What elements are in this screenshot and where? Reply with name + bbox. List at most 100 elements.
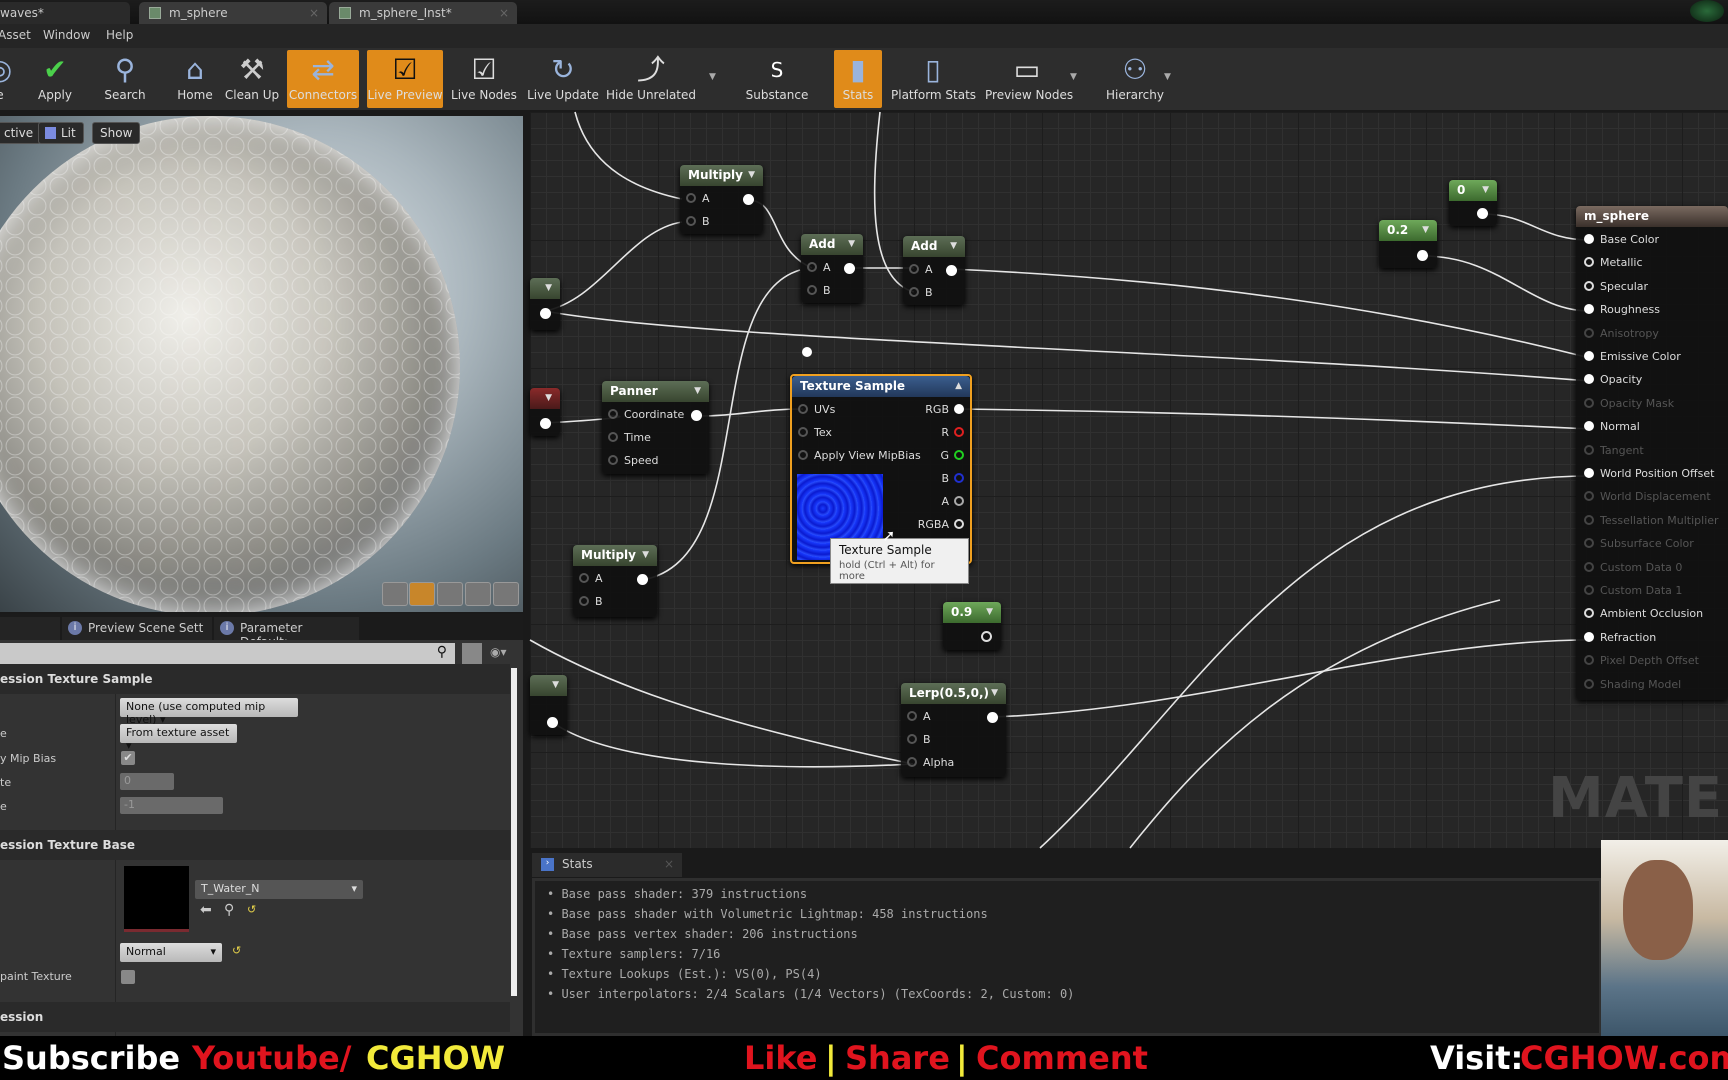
- paint-texture-checkbox[interactable]: [121, 970, 135, 984]
- output-pin[interactable]: [1417, 250, 1428, 261]
- input-pin-shading-model[interactable]: Shading Model: [1584, 678, 1681, 691]
- constant-node[interactable]: 0.9 ▼: [943, 602, 1001, 650]
- details-scrollbar[interactable]: [511, 668, 517, 996]
- input-pin-tex[interactable]: Tex: [798, 426, 832, 439]
- input-pin-tangent[interactable]: Tangent: [1584, 444, 1644, 457]
- input-pin-anisotropy[interactable]: Anisotropy: [1584, 327, 1659, 340]
- add-node[interactable]: Add ▼ A B: [903, 236, 965, 305]
- platform-stats-button[interactable]: ▯ Platform Stats: [891, 50, 976, 108]
- close-icon[interactable]: ×: [664, 857, 674, 871]
- output-pin[interactable]: [540, 418, 551, 429]
- partial-node[interactable]: ▼: [530, 278, 560, 330]
- mip-bias-checkbox[interactable]: ✔: [121, 751, 135, 765]
- input-pin-normal[interactable]: Normal: [1584, 420, 1640, 433]
- sampler-type-dropdown[interactable]: Normal ▾: [120, 943, 222, 962]
- section-header[interactable]: ession Texture Sample: [0, 664, 510, 694]
- live-nodes-button[interactable]: ☑ Live Nodes: [448, 50, 520, 108]
- section-header[interactable]: ession: [0, 1002, 510, 1032]
- const-coordinate-field[interactable]: 0: [120, 773, 174, 790]
- input-pin-b[interactable]: B: [686, 215, 710, 228]
- input-pin-custom-data-0[interactable]: Custom Data 0: [1584, 561, 1682, 574]
- input-pin-time[interactable]: Time: [608, 431, 651, 444]
- const-mip-value-field[interactable]: -1: [120, 797, 223, 814]
- input-pin-alpha[interactable]: Alpha: [907, 756, 954, 769]
- output-pin[interactable]: [540, 308, 551, 319]
- sphere-icon[interactable]: [409, 582, 435, 606]
- tab-m-sphere-inst[interactable]: m_sphere_Inst* ×: [329, 2, 517, 24]
- partial-node[interactable]: ▼: [530, 388, 560, 436]
- input-pin-pixel-depth-offset[interactable]: Pixel Depth Offset: [1584, 654, 1699, 667]
- panner-node[interactable]: Panner ▼ Coordinate Time Speed: [602, 381, 709, 474]
- partial-node[interactable]: ▼: [530, 675, 567, 735]
- input-pin-a[interactable]: A: [686, 192, 710, 205]
- constant-node[interactable]: 0.2 ▼: [1379, 220, 1437, 268]
- preview-nodes-button[interactable]: ▭ Preview Nodes: [985, 50, 1073, 108]
- view-options-icon[interactable]: [462, 643, 482, 664]
- preview-viewport[interactable]: ctive Lit Show: [0, 116, 523, 612]
- output-pin[interactable]: [547, 717, 558, 728]
- texture-thumbnail[interactable]: [124, 866, 189, 932]
- input-pin-base-color[interactable]: Base Color: [1584, 233, 1659, 246]
- clean-up-button[interactable]: ⚒ Clean Up: [216, 50, 288, 108]
- menu-help[interactable]: Help: [106, 28, 133, 42]
- output-pin[interactable]: [743, 194, 754, 205]
- input-pin-roughness[interactable]: Roughness: [1584, 303, 1660, 316]
- input-pin-a[interactable]: A: [909, 263, 933, 276]
- input-pin-metallic[interactable]: Metallic: [1584, 256, 1643, 269]
- input-pin-tessellation-multiplier[interactable]: Tessellation Multiplier: [1584, 514, 1719, 527]
- reset-icon[interactable]: ↺: [232, 944, 241, 957]
- output-pin-b[interactable]: B: [941, 472, 964, 485]
- input-pin-subsurface-color[interactable]: Subsurface Color: [1584, 537, 1694, 550]
- input-pin-opacity[interactable]: Opacity: [1584, 373, 1642, 386]
- output-pin[interactable]: [844, 263, 855, 274]
- show-button[interactable]: Show: [92, 122, 141, 144]
- teapot-icon[interactable]: [493, 582, 519, 606]
- output-pin-g[interactable]: G: [940, 449, 964, 462]
- output-pin-rgb[interactable]: RGB: [925, 403, 964, 416]
- output-pin[interactable]: [637, 574, 648, 585]
- lit-button[interactable]: Lit: [38, 122, 84, 144]
- output-pin[interactable]: [1477, 208, 1488, 219]
- add-node[interactable]: Add ▼ A B: [801, 234, 863, 303]
- input-pin-b[interactable]: B: [807, 284, 831, 297]
- hide-unrelated-button[interactable]: ⤴ Hide Unrelated: [606, 50, 696, 108]
- input-pin-coordinate[interactable]: Coordinate: [608, 408, 684, 421]
- output-pin-r[interactable]: R: [941, 426, 964, 439]
- input-pin-uvs[interactable]: UVs: [798, 403, 835, 416]
- output-pin[interactable]: [987, 712, 998, 723]
- multiply-node[interactable]: Multiply ▼ A B: [573, 545, 657, 617]
- multiply-node[interactable]: Multiply ▼ A B: [680, 165, 763, 234]
- chevron-down-icon[interactable]: ▼: [1070, 72, 1077, 82]
- input-pin-world-position-offset[interactable]: World Position Offset: [1584, 467, 1714, 480]
- close-icon[interactable]: ×: [499, 6, 509, 20]
- hierarchy-button[interactable]: ⚇ Hierarchy: [1099, 50, 1171, 108]
- input-pin-b[interactable]: B: [907, 733, 931, 746]
- output-pin-a[interactable]: A: [941, 495, 964, 508]
- browse-icon[interactable]: ⚲: [224, 902, 234, 918]
- cylinder-icon[interactable]: [382, 582, 408, 606]
- input-pin-emissive-color[interactable]: Emissive Color: [1584, 350, 1681, 363]
- chevron-down-icon[interactable]: ▼: [709, 72, 716, 82]
- output-pin[interactable]: [981, 631, 992, 642]
- eye-icon[interactable]: ◉▾: [490, 645, 507, 659]
- output-pin-rgba[interactable]: RGBA: [918, 518, 964, 531]
- view-mode-button[interactable]: ctive: [0, 122, 42, 144]
- reset-icon[interactable]: ↺: [247, 903, 256, 916]
- chevron-down-icon[interactable]: ▼: [1164, 72, 1171, 82]
- plane-icon[interactable]: [437, 582, 463, 606]
- search-button[interactable]: ⚲ Search: [89, 50, 161, 108]
- tab-stats[interactable]: › Stats ×: [532, 853, 682, 877]
- input-pin-specular[interactable]: Specular: [1584, 280, 1648, 293]
- tab-waves[interactable]: waves*: [0, 2, 130, 24]
- tab-m-sphere[interactable]: m_sphere ×: [139, 2, 327, 24]
- input-pin-world-displacement[interactable]: World Displacement: [1584, 490, 1711, 503]
- input-pin-ambient-occlusion[interactable]: Ambient Occlusion: [1584, 607, 1703, 620]
- input-pin-custom-data-1[interactable]: Custom Data 1: [1584, 584, 1682, 597]
- live-update-button[interactable]: ↻ Live Update: [527, 50, 599, 108]
- input-pin-apply-view-mipbias[interactable]: Apply View MipBias: [798, 449, 921, 462]
- mip-value-mode-dropdown[interactable]: None (use computed mip level) ▾: [120, 698, 298, 726]
- sampler-source-dropdown[interactable]: From texture asset ▾: [120, 724, 237, 752]
- stats-button[interactable]: ▮ Stats: [834, 50, 882, 108]
- input-pin-a[interactable]: A: [579, 572, 603, 585]
- input-pin-a[interactable]: A: [907, 710, 931, 723]
